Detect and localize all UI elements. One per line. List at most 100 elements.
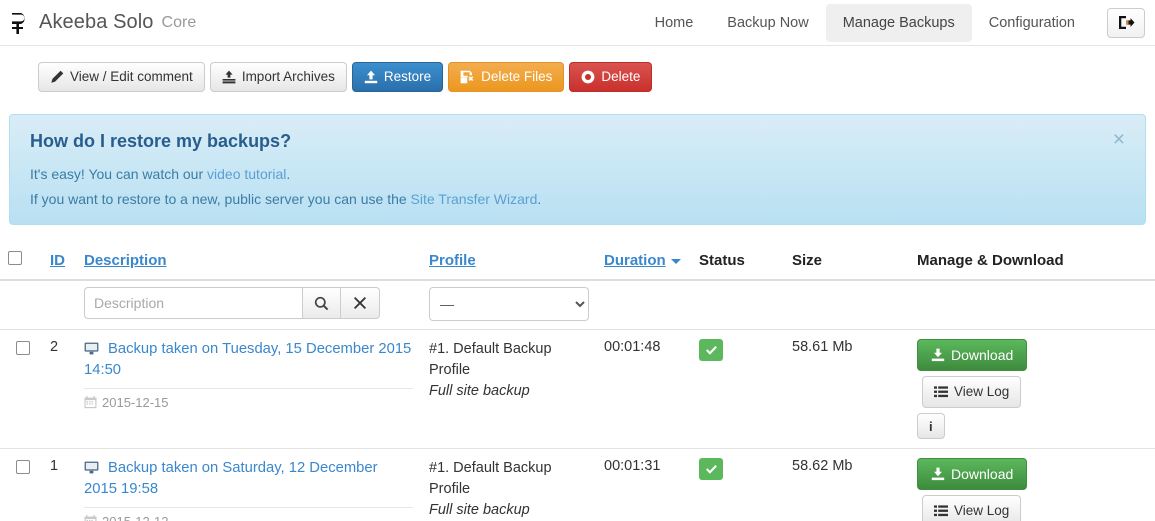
upload-icon [364, 70, 378, 84]
nav-item-home[interactable]: Home [638, 4, 711, 42]
row-select-cell [0, 448, 42, 521]
restore-button[interactable]: Restore [351, 62, 444, 92]
import-archives-button[interactable]: Import Archives [209, 62, 347, 92]
row-description-cell: Backup taken on Saturday, 12 December 20… [76, 448, 421, 521]
filter-cell-description [76, 280, 421, 330]
clear-search-button[interactable] [341, 287, 380, 319]
view-edit-comment-button[interactable]: View / Edit comment [38, 62, 205, 92]
alert-line-2-pre: If you want to restore to a new, public … [30, 191, 411, 207]
top-navbar: Akeeba Solo Core Home Backup Now Manage … [0, 0, 1155, 46]
download-button[interactable]: Download [917, 339, 1028, 371]
logout-button[interactable] [1107, 7, 1145, 38]
header-duration: Duration [596, 243, 691, 281]
row-profile-sub: Full site backup [429, 383, 530, 399]
row-checkbox[interactable] [16, 460, 30, 474]
row-description-link[interactable]: Backup taken on Tuesday, 15 December 201… [84, 341, 411, 378]
logout-icon [1118, 15, 1135, 30]
header-profile-sort-link[interactable]: Profile [429, 252, 476, 269]
row-status-cell [691, 329, 784, 449]
import-archives-label: Import Archives [241, 69, 335, 85]
profile-filter-select[interactable]: — [429, 287, 589, 321]
header-duration-sort-link[interactable]: Duration [604, 252, 666, 269]
sort-desc-caret-icon [670, 258, 681, 264]
row-status-cell [691, 448, 784, 521]
brand-name: Akeeba Solo [39, 11, 154, 33]
header-id: ID [42, 243, 76, 281]
row-date: 2015-12-15 [84, 389, 413, 410]
alert-title: How do I restore my backups? [30, 131, 292, 151]
row-duration: 00:01:31 [596, 448, 691, 521]
delete-files-button[interactable]: Delete Files [448, 62, 565, 92]
row-actions-cell: Download View Log [909, 448, 1155, 521]
view-log-button[interactable]: View Log [922, 376, 1022, 408]
row-actions: Download View Log [917, 458, 1132, 521]
alert-line-2: If you want to restore to a new, public … [30, 191, 1125, 207]
header-manage-download: Manage & Download [909, 243, 1155, 281]
row-id: 1 [42, 448, 76, 521]
nav-item-backup-now[interactable]: Backup Now [710, 4, 825, 42]
brand-edition: Core [161, 13, 197, 31]
row-checkbox[interactable] [16, 341, 30, 355]
row-id: 2 [42, 329, 76, 449]
site-transfer-wizard-link[interactable]: Site Transfer Wizard [411, 191, 538, 207]
header-description: Description [76, 243, 421, 281]
row-date: 2015-12-12 [84, 508, 413, 521]
alert-line-1-post: . [286, 166, 291, 182]
backups-table: ID Description Profile Duration Status S… [0, 243, 1155, 521]
backup-info-button[interactable]: i [917, 413, 945, 439]
video-tutorial-link[interactable]: video tutorial [207, 166, 286, 182]
alert-line-1-pre: It's easy! You can watch our [30, 166, 208, 182]
brand-home-link[interactable]: Akeeba Solo Core [9, 11, 196, 35]
restore-help-alert: × How do I restore my backups? It's easy… [9, 114, 1146, 225]
list-icon [934, 505, 948, 517]
action-toolbar: View / Edit comment Import Archives Rest… [0, 46, 1155, 92]
alert-line-2-post: . [537, 191, 542, 207]
nav-item-manage-backups[interactable]: Manage Backups [825, 3, 972, 42]
download-button[interactable]: Download [917, 458, 1028, 490]
akeeba-logo-icon [9, 11, 31, 35]
search-button[interactable] [302, 287, 341, 319]
calendar-icon [84, 515, 97, 521]
row-actions: Download View Log [917, 339, 1132, 439]
alert-line-1: It's easy! You can watch our video tutor… [30, 166, 1125, 182]
check-icon [705, 345, 718, 356]
alert-close-button[interactable]: × [1109, 127, 1129, 152]
search-input[interactable] [84, 287, 302, 319]
upload-archive-icon [222, 70, 236, 84]
row-size: 58.61 Mb [784, 329, 909, 449]
view-log-button[interactable]: View Log [922, 495, 1022, 521]
nav-item-configuration[interactable]: Configuration [972, 4, 1092, 42]
row-profile-name: #1. Default Backup Profile [429, 341, 552, 378]
row-date-text: 2015-12-15 [102, 395, 169, 410]
delete-button[interactable]: Delete [569, 62, 653, 92]
description-filter-group [84, 287, 413, 319]
restore-label: Restore [383, 69, 432, 85]
main-navigation: Home Backup Now Manage Backups Configura… [638, 0, 1145, 46]
download-icon [931, 348, 945, 362]
check-icon [705, 464, 718, 475]
select-all-checkbox[interactable] [8, 251, 22, 265]
row-actions-secondary: i [917, 413, 1132, 439]
view-edit-comment-label: View / Edit comment [70, 69, 193, 85]
header-id-sort-link[interactable]: ID [50, 252, 65, 269]
row-description-link[interactable]: Backup taken on Saturday, 12 December 20… [84, 460, 378, 497]
row-profile-cell: #1. Default Backup Profile Full site bac… [421, 329, 596, 449]
download-label: Download [951, 347, 1014, 363]
filter-row: — [0, 280, 1155, 330]
info-icon: i [929, 418, 933, 434]
table-row: 1 Backup taken on Saturday, 12 December … [0, 448, 1155, 521]
search-icon [314, 296, 329, 311]
row-actions-cell: Download View Log [909, 329, 1155, 449]
delete-files-label: Delete Files [481, 69, 553, 85]
header-description-sort-link[interactable]: Description [84, 252, 167, 269]
table-header-row: ID Description Profile Duration Status S… [0, 243, 1155, 281]
row-profile-cell: #1. Default Backup Profile Full site bac… [421, 448, 596, 521]
remove-circle-icon [581, 70, 595, 84]
save-delete-icon [460, 70, 475, 84]
row-description-top: Backup taken on Saturday, 12 December 20… [84, 458, 413, 507]
status-badge-ok [699, 339, 723, 361]
row-size: 58.62 Mb [784, 448, 909, 521]
download-icon [931, 467, 945, 481]
view-log-label: View Log [954, 503, 1010, 519]
view-log-label: View Log [954, 384, 1010, 400]
